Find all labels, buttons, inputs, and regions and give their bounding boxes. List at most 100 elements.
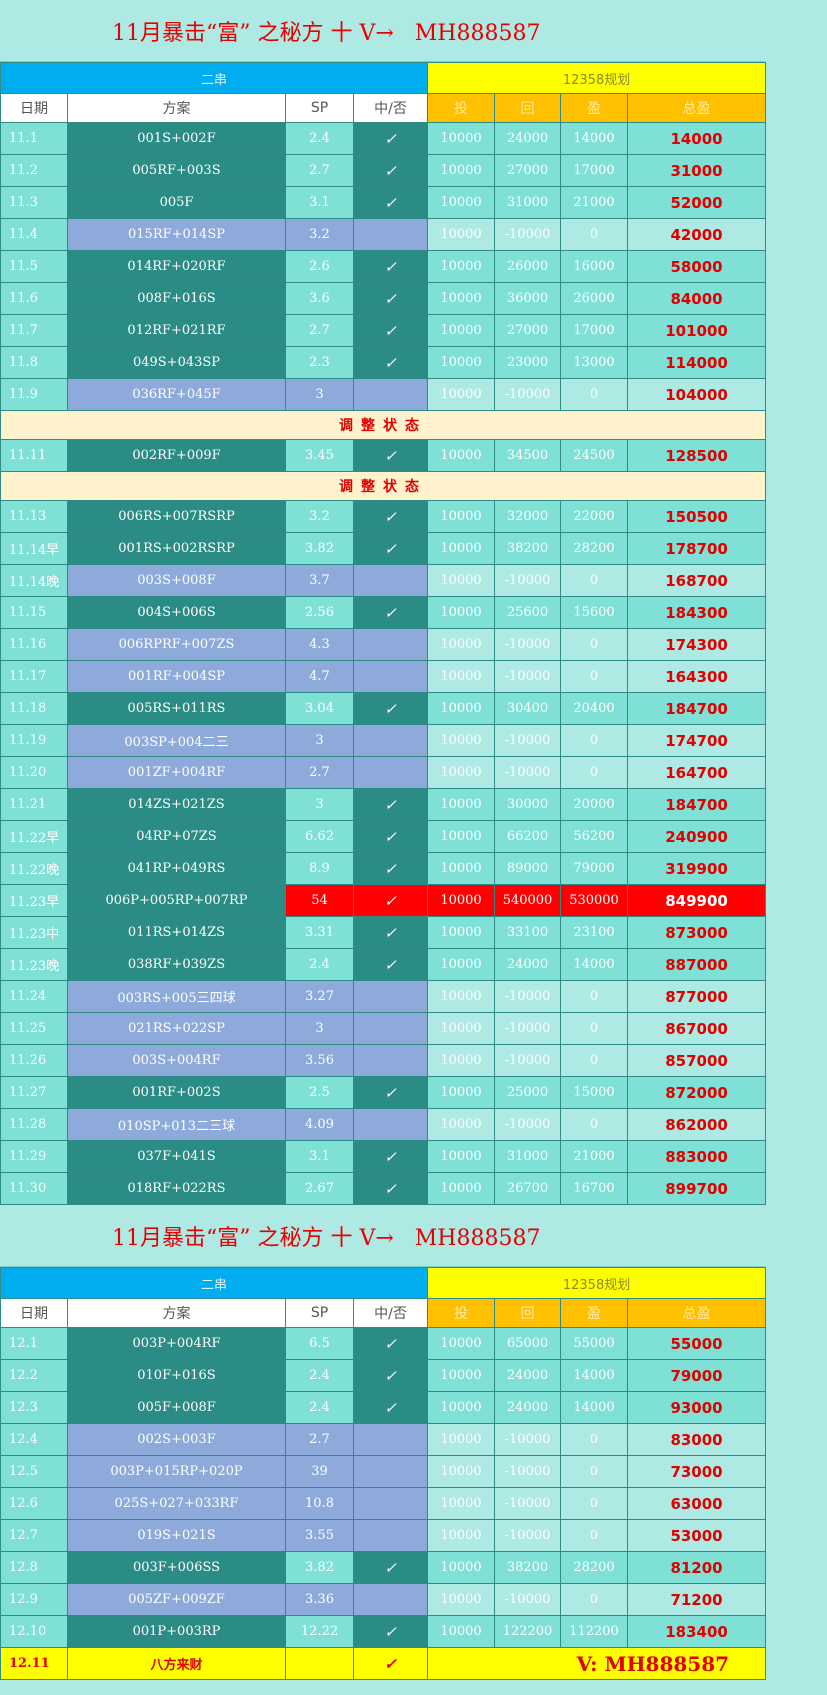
row-return: -10000 (494, 756, 562, 789)
row-total: 104000 (627, 378, 767, 411)
row-sp: 4.3 (285, 628, 354, 661)
row-return: -10000 (494, 1012, 562, 1045)
row-date: 11.23早 (0, 884, 68, 917)
row-profit: 28200 (560, 1551, 629, 1584)
row-sp: 3 (285, 724, 354, 757)
row-hit: ✓ (352, 596, 429, 629)
row-return: -10000 (494, 378, 562, 411)
check-icon: ✓ (384, 353, 397, 372)
final-hit: ✓ (352, 1647, 429, 1680)
check-icon: ✓ (384, 891, 397, 910)
row-plan: 003S+008F (67, 564, 286, 597)
row-total: 319900 (627, 852, 767, 885)
row-profit: 0 (560, 980, 629, 1013)
row-profit: 16700 (560, 1172, 629, 1205)
row-sp: 2.3 (285, 346, 354, 379)
row-profit: 0 (560, 564, 629, 597)
row-hit (352, 1108, 429, 1141)
row-date: 12.4 (0, 1423, 68, 1456)
row-profit: 55000 (560, 1327, 629, 1360)
row-plan: 005RS+011RS (67, 692, 286, 725)
row-sp: 3.6 (285, 282, 354, 315)
row-profit: 14000 (560, 122, 629, 155)
row-return: -10000 (494, 1487, 562, 1520)
table-row: 11.18 005RS+011RS 3.04 ✓ 10000 30400 20400 1847… (0, 692, 767, 725)
check-icon: ✓ (384, 539, 397, 558)
row-date: 11.22早 (0, 820, 68, 853)
row-hit (352, 1044, 429, 1077)
row-stake: 10000 (427, 852, 496, 885)
row-plan: 001RF+004SP (67, 660, 286, 693)
check-icon: ✓ (384, 129, 397, 148)
row-plan: 018RF+022RS (67, 1172, 286, 1205)
table-row: 11.7 012RF+021RF 2.7 ✓ 10000 27000 17000 101000 (0, 314, 767, 347)
row-stake: 10000 (427, 948, 496, 981)
row-sp: 3.31 (285, 916, 354, 949)
row-sp: 2.6 (285, 250, 354, 283)
row-stake: 10000 (427, 884, 496, 917)
row-date: 11.6 (0, 282, 68, 315)
row-stake: 10000 (427, 1487, 496, 1520)
row-hit: ✓ (352, 122, 429, 155)
banner-text: 11月暴击“富” 之秘方 十 V→ MH888587 (112, 20, 541, 46)
col-header-return: 回 (494, 93, 562, 123)
check-icon: ✓ (384, 1398, 397, 1417)
row-plan: 010F+016S (67, 1359, 286, 1392)
row-hit: ✓ (352, 852, 429, 885)
row-plan: 003SP+004二三 (67, 724, 286, 757)
group-label-erchuan: 二串 (0, 1267, 429, 1299)
row-return: 32000 (494, 500, 562, 533)
table-row: 11.11 002RF+009F 3.45 ✓ 10000 34500 24500 12850… (0, 439, 767, 472)
table-row: 11.1 001S+002F 2.4 ✓ 10000 24000 14000 14000 (0, 122, 767, 155)
row-date: 11.14早 (0, 532, 68, 565)
table-row: 11.9 036RF+045F 3 10000 -10000 0 104000 (0, 378, 767, 411)
row-profit: 20400 (560, 692, 629, 725)
row-profit: 112200 (560, 1615, 629, 1648)
row-sp: 3.2 (285, 500, 354, 533)
row-stake: 10000 (427, 122, 496, 155)
row-hit: ✓ (352, 1615, 429, 1648)
row-profit: 530000 (560, 884, 629, 917)
row-sp: 3 (285, 378, 354, 411)
check-icon: ✓ (384, 827, 397, 846)
row-stake: 10000 (427, 660, 496, 693)
row-plan: 010SP+013二三球 (67, 1108, 286, 1141)
table-body-november: 11.1 001S+002F 2.4 ✓ 10000 24000 14000 14000 11.… (0, 122, 767, 1205)
check-icon: ✓ (384, 1147, 397, 1166)
row-stake: 10000 (427, 596, 496, 629)
row-stake: 10000 (427, 378, 496, 411)
row-stake: 10000 (427, 1391, 496, 1424)
table-row: 11.30 018RF+022RS 2.67 ✓ 10000 26700 16700 8997… (0, 1172, 767, 1205)
row-profit: 0 (560, 1455, 629, 1488)
row-total: 84000 (627, 282, 767, 315)
row-profit: 28200 (560, 532, 629, 565)
row-stake: 10000 (427, 1583, 496, 1616)
row-plan: 006P+005RP+007RP (67, 884, 286, 917)
table-row: 11.26 003S+004RF 3.56 10000 -10000 0 857000 (0, 1044, 767, 1077)
row-sp: 3.2 (285, 218, 354, 251)
table-row: 11.3 005F 3.1 ✓ 10000 31000 21000 52000 (0, 186, 767, 219)
row-total: 899700 (627, 1172, 767, 1205)
row-plan: 001RF+002S (67, 1076, 286, 1109)
row-hit: ✓ (352, 282, 429, 315)
row-sp: 3.55 (285, 1519, 354, 1552)
row-return: 27000 (494, 314, 562, 347)
group-label-erchuan: 二串 (0, 62, 429, 94)
table-row: 12.8 003F+006SS 3.82 ✓ 10000 38200 28200 81200 (0, 1551, 767, 1584)
row-profit: 15600 (560, 596, 629, 629)
row-sp: 2.7 (285, 314, 354, 347)
check-icon: ✓ (384, 1558, 397, 1577)
row-plan: 041RP+049RS (67, 852, 286, 885)
row-total: 862000 (627, 1108, 767, 1141)
check-icon: ✓ (384, 289, 397, 308)
row-plan: 014ZS+021ZS (67, 788, 286, 821)
table-row: 12.9 005ZF+009ZF 3.36 10000 -10000 0 71200 (0, 1583, 767, 1616)
final-date: 12.11 (0, 1647, 68, 1680)
row-stake: 10000 (427, 1423, 496, 1456)
row-hit: ✓ (352, 916, 429, 949)
row-profit: 13000 (560, 346, 629, 379)
title-banner-2: 11月暴击“富” 之秘方 十 V→ MH888587 (0, 1205, 765, 1267)
row-sp: 2.7 (285, 154, 354, 187)
row-return: 66200 (494, 820, 562, 853)
group-header-row: 二串 12358规划 (0, 1267, 767, 1299)
